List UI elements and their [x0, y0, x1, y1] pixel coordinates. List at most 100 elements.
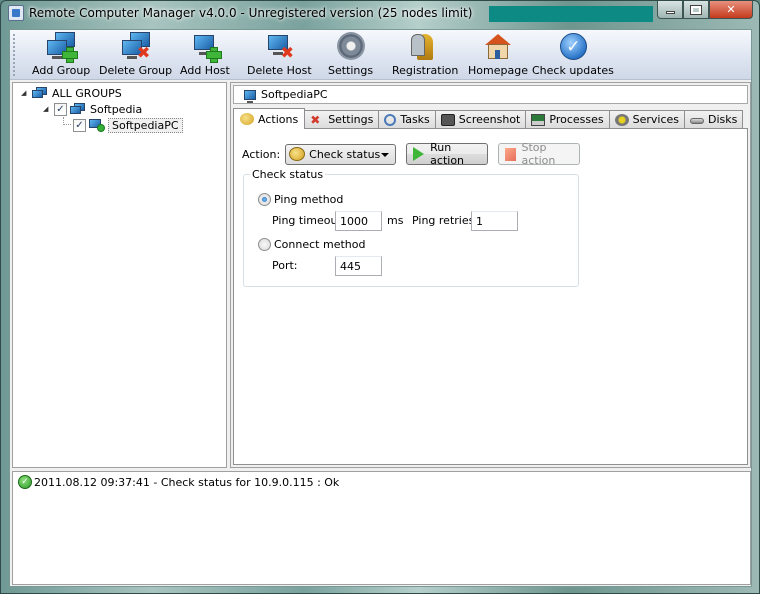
services-gears-icon [614, 113, 629, 126]
port-label: Port: [272, 259, 298, 272]
tree-node-all-groups[interactable]: ◢ ALL GROUPS [21, 85, 122, 101]
tab-actions[interactable]: Actions [233, 108, 306, 129]
check-updates-button[interactable]: ✓ Check updates [532, 32, 614, 78]
ok-status-icon: ✓ [18, 475, 32, 489]
tab-processes[interactable]: Processes [525, 110, 610, 128]
run-action-button[interactable]: Run action [406, 141, 489, 167]
group-checkbox[interactable]: ✓ [54, 102, 67, 116]
tree-node-softpediapc[interactable]: ✓ SoftpediaPC [73, 117, 183, 133]
run-action-label: Run action [430, 141, 465, 167]
tab-label: Screenshot [458, 113, 521, 126]
title-highlight [489, 6, 653, 22]
window-controls: ✕ [657, 1, 753, 19]
host-online-icon [89, 118, 105, 132]
delete-group-button[interactable]: ✖ Delete Group [99, 32, 172, 78]
tab-label: Services [632, 113, 679, 126]
play-icon [413, 147, 425, 161]
disk-icon [690, 118, 704, 124]
add-group-button[interactable]: Add Group [32, 32, 90, 78]
add-group-label: Add Group [32, 64, 91, 77]
log-entry-text: 2011.08.12 09:37:41 - Check status for 1… [34, 475, 340, 489]
host-detail-panel: SoftpediaPC Actions ✖ Settings Tasks Scr… [230, 82, 751, 468]
tree-connector [63, 117, 71, 125]
app-window: Remote Computer Manager v4.0.0 - Unregis… [0, 0, 760, 594]
tab-label: Processes [549, 113, 604, 126]
homepage-button[interactable]: Homepage [468, 32, 528, 78]
action-select[interactable]: Check status [285, 143, 397, 165]
delete-group-icon: ✖ [120, 32, 152, 62]
action-select-value: Check status [309, 147, 381, 161]
radio-unselected[interactable] [258, 238, 271, 251]
tab-label: Settings [328, 113, 374, 126]
minimize-button[interactable] [657, 1, 683, 19]
action-row: Action: Check status Run action Stop act… [242, 141, 581, 167]
check-status-icon [289, 147, 306, 161]
action-label: Action: [242, 147, 281, 161]
tab-label: Tasks [400, 113, 430, 126]
tree-node-softpedia[interactable]: ◢ ✓ Softpedia [43, 101, 142, 117]
ping-retries-label: Ping retries: [412, 214, 479, 227]
stop-action-button[interactable]: Stop action [498, 141, 581, 167]
tab-screenshot[interactable]: Screenshot [434, 110, 527, 128]
stop-action-label: Stop action [521, 141, 556, 167]
tab-tasks[interactable]: Tasks [378, 110, 436, 128]
delete-group-label: Delete Group [99, 64, 173, 77]
connect-method-radio[interactable]: Connect method [258, 238, 365, 251]
add-host-button[interactable]: Add Host [180, 32, 230, 78]
house-icon [482, 32, 514, 62]
tab-disks[interactable]: Disks [684, 110, 744, 128]
tab-settings[interactable]: ✖ Settings [304, 110, 380, 128]
expander-icon[interactable]: ◢ [43, 105, 51, 113]
stop-icon [505, 147, 516, 161]
expander-icon[interactable]: ◢ [21, 89, 29, 97]
title-bar[interactable]: Remote Computer Manager v4.0.0 - Unregis… [1, 1, 759, 25]
add-group-icon [45, 32, 79, 63]
host-checkbox[interactable]: ✓ [73, 118, 86, 132]
toolbar: Add Group ✖ Delete Group Add Host ✖ Dele… [10, 30, 751, 80]
tab-services[interactable]: Services [608, 110, 685, 128]
keys-icon [409, 32, 441, 62]
camera-icon [440, 113, 455, 126]
toolbar-grip[interactable] [13, 34, 15, 76]
ping-retries-input[interactable] [471, 211, 518, 231]
group-title: Check status [250, 168, 326, 181]
delete-host-button[interactable]: ✖ Delete Host [247, 32, 312, 78]
connect-method-label: Connect method [274, 238, 366, 251]
group-icon [70, 103, 86, 115]
log-panel[interactable]: ✓ 2011.08.12 09:37:41 - Check status for… [12, 471, 751, 585]
close-button[interactable]: ✕ [709, 1, 753, 19]
processes-icon [531, 113, 546, 126]
maximize-icon [690, 4, 702, 15]
ping-method-radio[interactable]: Ping method [258, 193, 343, 206]
radio-selected[interactable] [258, 193, 271, 206]
tab-label: Disks [708, 113, 738, 126]
ping-timeout-input[interactable] [335, 211, 382, 231]
maximize-button[interactable] [683, 1, 709, 19]
tree-node-label: Softpedia [90, 102, 143, 116]
check-updates-label: Check updates [532, 64, 614, 77]
add-host-label: Add Host [180, 64, 230, 77]
window-title: Remote Computer Manager v4.0.0 - Unregis… [29, 6, 473, 20]
chevron-down-icon [381, 152, 390, 157]
actions-icon [240, 113, 254, 125]
computer-icon [244, 89, 256, 103]
settings-label: Settings [328, 64, 374, 77]
tab-label: Actions [258, 112, 299, 126]
registration-button[interactable]: Registration [392, 32, 458, 78]
check-status-group: Check status Ping method Ping timeout: m… [243, 168, 579, 287]
delete-host-icon: ✖ [263, 32, 295, 62]
log-entry: ✓ 2011.08.12 09:37:41 - Check status for… [18, 475, 339, 489]
host-name: SoftpediaPC [261, 88, 328, 101]
group-icon [32, 87, 48, 99]
actions-tab-panel: Action: Check status Run action Stop act… [233, 128, 748, 465]
homepage-label: Homepage [468, 64, 528, 77]
minimize-icon [665, 10, 675, 14]
group-tree[interactable]: ◢ ALL GROUPS ◢ ✓ Softpedia ✓ SoftpediaPC [12, 82, 227, 468]
close-icon: ✕ [726, 3, 736, 16]
port-input[interactable] [335, 256, 382, 276]
ping-method-label: Ping method [274, 193, 344, 206]
ms-label: ms [387, 214, 404, 227]
stopwatch-icon [384, 113, 397, 126]
settings-button[interactable]: Settings [328, 32, 373, 78]
gear-icon [335, 32, 367, 62]
